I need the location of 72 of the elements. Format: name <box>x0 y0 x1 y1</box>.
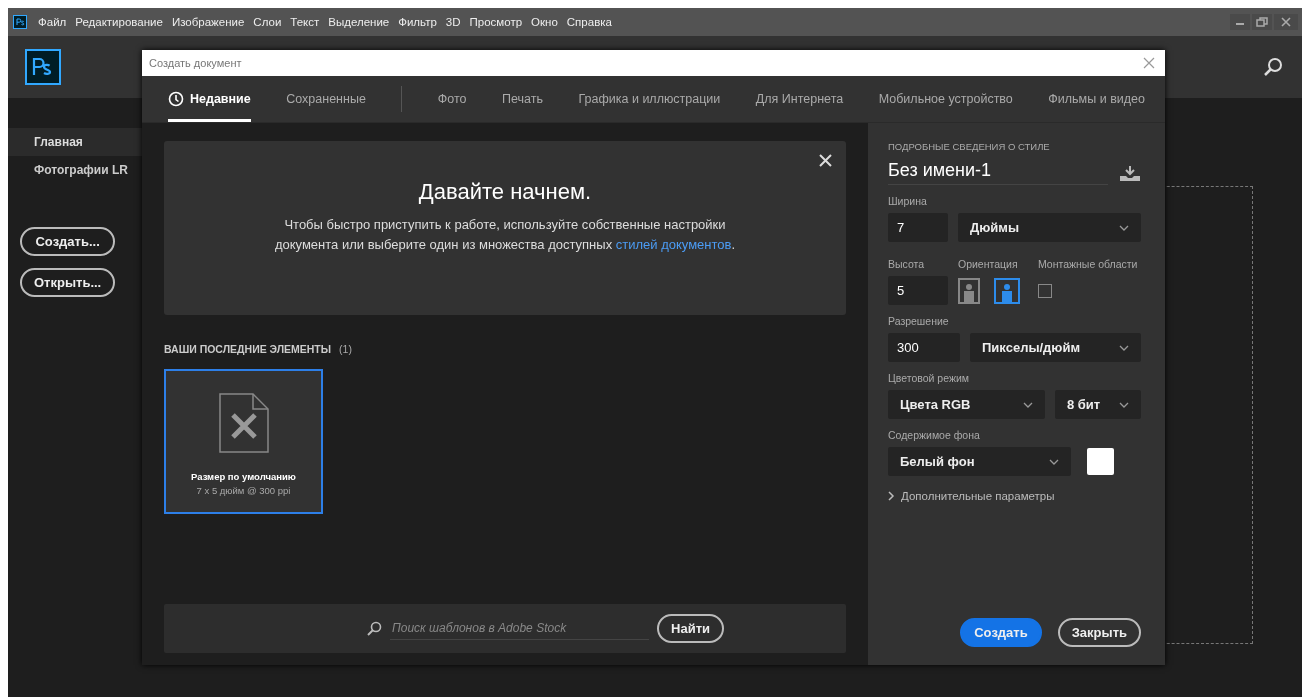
preset-tab[interactable]: Мобильное устройство <box>878 76 1013 122</box>
preset-tab[interactable]: Графика и иллюстрации <box>578 76 721 122</box>
menu-item[interactable]: Фильтр <box>398 16 437 28</box>
artboards-checkbox[interactable] <box>1038 283 1052 298</box>
field-label: Монтажные области <box>1038 258 1138 270</box>
menu-item[interactable]: Файл <box>38 16 67 28</box>
bit-depth-dropdown[interactable]: 8 бит <box>1055 390 1141 419</box>
field-label: Содержимое фона <box>888 429 981 441</box>
app-logo-icon[interactable] <box>25 49 61 85</box>
background-dropdown[interactable]: Белый фон <box>888 447 1071 476</box>
chevron-icon <box>888 491 895 501</box>
preset-tab[interactable]: Для Интернета <box>755 76 844 122</box>
home-button[interactable]: Создать... <box>20 227 116 256</box>
nav-item[interactable]: Главная <box>8 128 142 156</box>
landscape-icon[interactable] <box>994 277 1020 304</box>
section-title: ВАШИ ПОСЛЕДНИЕ ЭЛЕМЕНТЫ <box>164 343 332 355</box>
menu-item[interactable]: Редактирование <box>75 16 163 28</box>
field-label: Ширина <box>888 195 928 207</box>
preset-tab[interactable]: Сохраненные <box>286 76 366 122</box>
find-button[interactable]: Найти <box>657 614 724 643</box>
advanced-options-toggle[interactable]: Дополнительные параметры <box>888 490 1141 502</box>
menu-item[interactable]: Текст <box>290 16 320 28</box>
portrait-icon[interactable] <box>958 277 980 304</box>
item-name: Размер по умолчанию <box>191 471 296 482</box>
minimize-icon[interactable] <box>1230 14 1250 30</box>
recent-item-card[interactable]: Размер по умолчанию 7 x 5 дюйм @ 300 ppi <box>164 369 323 514</box>
document-name-field[interactable]: Без имени-1 <box>888 160 1108 185</box>
preset-tab[interactable]: Фото <box>437 76 467 122</box>
menu-item[interactable]: Просмотр <box>469 16 523 28</box>
menu-item[interactable]: Выделение <box>328 16 390 28</box>
item-size: 7 x 5 дюйм @ 300 ppi <box>196 485 291 496</box>
nav-item[interactable]: Фотографии LR <box>8 156 142 184</box>
resolution-field[interactable]: 300 <box>888 333 960 362</box>
menu-item[interactable]: Окно <box>531 16 558 28</box>
preset-tab[interactable]: Печать <box>502 76 543 122</box>
menu-item[interactable]: Слои <box>253 16 282 28</box>
app-logo-icon <box>13 15 27 29</box>
save-preset-icon[interactable] <box>1119 164 1141 181</box>
color-mode-dropdown[interactable]: Цвета RGB <box>888 390 1045 419</box>
height-field[interactable]: 5 <box>888 276 948 305</box>
dialog-title: Создать документ <box>149 57 242 69</box>
dialog-button[interactable]: Закрыть <box>1057 618 1141 647</box>
search-icon <box>366 620 382 637</box>
chevron-icon <box>1119 344 1129 351</box>
dialog-button[interactable]: Создать <box>960 618 1042 647</box>
clock-icon <box>168 91 184 107</box>
chevron-icon <box>1119 224 1129 231</box>
width-field[interactable]: 7 <box>888 213 948 242</box>
item-count: (1) <box>339 343 352 355</box>
menu-item[interactable]: Справка <box>566 16 612 28</box>
welcome-heading: Давайте начнем. <box>418 179 592 205</box>
chevron-icon <box>1023 401 1033 408</box>
preset-tab[interactable]: Фильмы и видео <box>1048 76 1145 122</box>
menu-item[interactable]: Изображение <box>171 16 245 28</box>
unit-dropdown[interactable]: Дюймы <box>958 213 1141 242</box>
document-icon <box>218 393 269 453</box>
search-icon[interactable] <box>1262 56 1284 78</box>
home-button[interactable]: Открыть... <box>20 268 116 297</box>
chevron-icon <box>1049 458 1059 465</box>
field-label: Цветовой режим <box>888 372 970 384</box>
restore-icon[interactable] <box>1252 14 1272 30</box>
section-title: ПОДРОБНЫЕ СВЕДЕНИЯ О СТИЛЕ <box>888 141 1051 152</box>
search-field[interactable]: Поиск шаблонов в Adobe Stock <box>390 617 649 640</box>
resolution-unit-dropdown[interactable]: Пикселы/дюйм <box>970 333 1141 362</box>
preset-tab[interactable]: Недавние <box>168 76 251 122</box>
chevron-icon <box>1119 401 1129 408</box>
background-swatch[interactable] <box>1087 448 1114 475</box>
field-label: Ориентация <box>958 258 1019 270</box>
menu-item[interactable]: 3D <box>445 16 461 28</box>
field-label: Разрешение <box>888 315 950 327</box>
field-label: Высота <box>888 258 926 270</box>
welcome-text: Чтобы быстро приступить к работе, используйте собственные настройки документа или выберите один из множества доступных стилей документов. <box>273 216 737 254</box>
